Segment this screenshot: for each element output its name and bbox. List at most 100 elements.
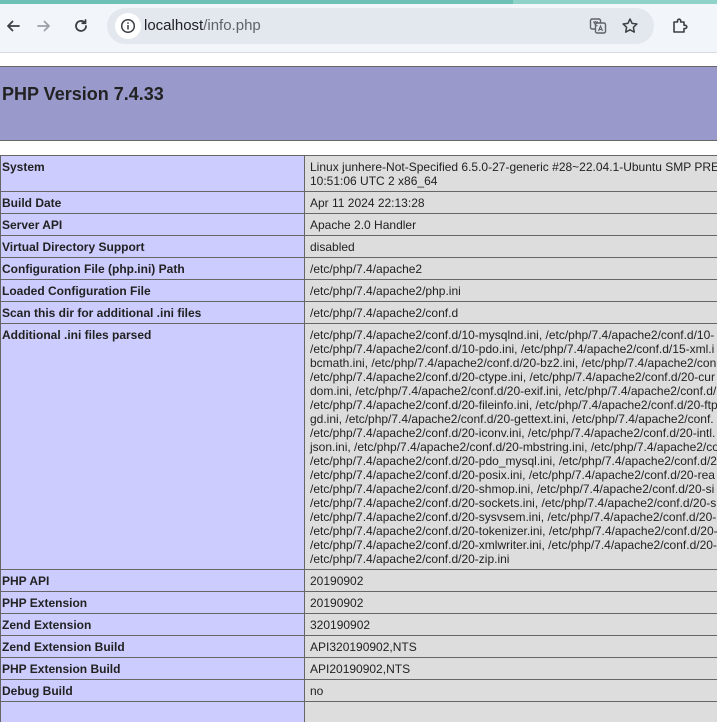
row-value: API320190902,NTS bbox=[304, 635, 717, 658]
row-value-line: /etc/php/7.4/apache2 bbox=[310, 262, 423, 276]
table-row: Build Date Apr 11 2024 22:13:28 bbox=[0, 191, 717, 214]
url-host: localhost bbox=[144, 17, 204, 34]
bookmark-button[interactable] bbox=[617, 13, 643, 39]
row-value-line: /etc/php/7.4/apache2/conf.d bbox=[310, 306, 459, 320]
row-value-line: /etc/php/7.4/apache2/conf.d/20-pdo_mysql… bbox=[310, 454, 717, 468]
table-row: Scan this dir for additional .ini files /… bbox=[0, 301, 717, 324]
row-value-line: 20190902 bbox=[310, 596, 364, 610]
row-value bbox=[304, 701, 717, 722]
row-value-line: 320190902 bbox=[310, 618, 371, 632]
row-value-line: /etc/php/7.4/apache2/conf.d/20-shmop.ini… bbox=[310, 482, 715, 496]
extensions-icon bbox=[673, 18, 688, 33]
row-value-line: /etc/php/7.4/apache2/conf.d/20-zip.ini bbox=[310, 552, 510, 566]
row-key: PHP Extension Build bbox=[0, 657, 305, 680]
active-tab-edge[interactable] bbox=[0, 0, 513, 4]
table-row: Server API Apache 2.0 Handler bbox=[0, 213, 717, 236]
row-value-line: gd.ini, /etc/php/7.4/apache2/conf.d/20-g… bbox=[310, 412, 714, 426]
back-button[interactable] bbox=[0, 13, 26, 39]
row-value-line: json.ini, /etc/php/7.4/apache2/conf.d/20… bbox=[310, 440, 717, 454]
row-key: Debug Build bbox=[0, 679, 305, 702]
row-key: Configuration File (php.ini) Path bbox=[0, 257, 305, 280]
row-value-line: /etc/php/7.4/apache2/conf.d/20-ctype.ini… bbox=[310, 370, 715, 384]
table-row: Additional .ini files parsed/etc/php/7.4… bbox=[0, 323, 717, 570]
row-value-line: bcmath.ini, /etc/php/7.4/apache2/conf.d/… bbox=[310, 356, 717, 370]
bookmark-star-icon bbox=[622, 18, 638, 33]
reload-icon bbox=[75, 19, 87, 32]
browser-toolbar: localhost/info.php bbox=[0, 0, 717, 53]
row-key: Zend Extension bbox=[0, 613, 305, 636]
back-icon bbox=[7, 20, 20, 32]
table-row: Loaded Configuration File/etc/php/7.4/ap… bbox=[0, 279, 717, 302]
extensions-button[interactable] bbox=[667, 13, 693, 39]
config-table: System Linux junhere-Not-Specified 6.5.0-… bbox=[0, 155, 717, 722]
row-value: API20190902,NTS bbox=[304, 657, 717, 680]
table-row: Virtual Directory Support disabled bbox=[0, 235, 717, 258]
table-row: Debug Build no bbox=[0, 679, 717, 702]
row-value: /etc/php/7.4/apache2/conf.d bbox=[304, 301, 717, 324]
row-key: PHP API bbox=[0, 569, 305, 592]
row-value: /etc/php/7.4/apache2/php.ini bbox=[304, 279, 717, 302]
row-value-line: 20190902 bbox=[310, 574, 364, 588]
row-value: 20190902 bbox=[304, 569, 717, 592]
row-key: PHP Extension bbox=[0, 591, 305, 614]
row-value-line: no bbox=[310, 684, 324, 698]
row-key: Server API bbox=[0, 213, 305, 236]
row-value-line: /etc/php/7.4/apache2/conf.d/20-xmlwriter… bbox=[310, 538, 717, 552]
table-row: Configuration File (php.ini) Path/etc/ph… bbox=[0, 257, 717, 280]
table-row: System Linux junhere-Not-Specified 6.5.0-… bbox=[0, 155, 717, 192]
row-value: Linux junhere-Not-Specified 6.5.0-27-gen… bbox=[304, 155, 717, 192]
row-value-line bbox=[310, 706, 717, 720]
row-value-line: API320190902,NTS bbox=[310, 640, 417, 654]
row-value: disabled bbox=[304, 235, 717, 258]
row-key: Virtual Directory Support bbox=[0, 235, 305, 258]
row-value: Apache 2.0 Handler bbox=[304, 213, 717, 236]
table-row: Zend Extension Build API320190902,NTS bbox=[0, 635, 717, 658]
table-row: PHP Extension 20190902 bbox=[0, 591, 717, 614]
translate-button[interactable] bbox=[585, 13, 611, 39]
row-value-line: 10:51:06 UTC 2 x86_64 bbox=[310, 174, 438, 188]
row-value-line: disabled bbox=[310, 240, 355, 254]
forward-icon bbox=[37, 20, 50, 32]
row-key: Additional .ini files parsed bbox=[0, 323, 305, 570]
table-row: PHP Extension Build API20190902,NTS bbox=[0, 657, 717, 680]
forward-button[interactable] bbox=[31, 13, 57, 39]
row-value-line: /etc/php/7.4/apache2/conf.d/10-pdo.ini, … bbox=[310, 342, 715, 356]
row-value-line: /etc/php/7.4/apache2/conf.d/20-fileinfo.… bbox=[310, 398, 717, 412]
row-value: Apr 11 2024 22:13:28 bbox=[304, 191, 717, 214]
site-info-button[interactable] bbox=[115, 13, 141, 39]
row-value-line: /etc/php/7.4/apache2/conf.d/20-sysvsem.i… bbox=[310, 510, 717, 524]
row-key: Scan this dir for additional .ini files bbox=[0, 301, 305, 324]
translate-icon bbox=[589, 18, 607, 34]
url-text[interactable]: localhost/info.php bbox=[144, 17, 261, 34]
row-value: /etc/php/7.4/apache2 bbox=[304, 257, 717, 280]
php-version-header: PHP Version 7.4.33 bbox=[0, 66, 717, 141]
row-value-line: /etc/php/7.4/apache2/conf.d/20-sockets.i… bbox=[310, 496, 717, 510]
row-key: Zend Extension Build bbox=[0, 635, 305, 658]
table-row: PHP API 20190902 bbox=[0, 569, 717, 592]
table-row: Zend Extension 320190902 bbox=[0, 613, 717, 636]
row-value-line: /etc/php/7.4/apache2/conf.d/10-mysqlnd.i… bbox=[310, 328, 715, 342]
row-value-line: API20190902,NTS bbox=[310, 662, 411, 676]
row-key: Build Date bbox=[0, 191, 305, 214]
url-path: /info.php bbox=[203, 17, 261, 34]
row-value-line: dom.ini, /etc/php/7.4/apache2/conf.d/20-… bbox=[310, 384, 717, 398]
row-value-line: /etc/php/7.4/apache2/conf.d/20-tokenizer… bbox=[310, 524, 717, 538]
row-value-line: Apache 2.0 Handler bbox=[310, 218, 417, 232]
row-value: 20190902 bbox=[304, 591, 717, 614]
row-key: System bbox=[0, 155, 305, 192]
table-row bbox=[0, 701, 717, 722]
row-value: 320190902 bbox=[304, 613, 717, 636]
row-value: no bbox=[304, 679, 717, 702]
row-value-line: /etc/php/7.4/apache2/conf.d/20-posix.ini… bbox=[310, 468, 715, 482]
page-title: PHP Version 7.4.33 bbox=[2, 84, 164, 104]
row-value-line: /etc/php/7.4/apache2/conf.d/20-iconv.ini… bbox=[310, 426, 716, 440]
row-value-line: Linux junhere-Not-Specified 6.5.0-27-gen… bbox=[310, 160, 717, 174]
page-content: PHP Version 7.4.33 System Linux junhere-N… bbox=[0, 53, 717, 722]
reload-button[interactable] bbox=[68, 13, 94, 39]
row-key bbox=[0, 701, 305, 722]
site-info-icon bbox=[120, 18, 136, 34]
row-value-line: /etc/php/7.4/apache2/php.ini bbox=[310, 284, 461, 298]
row-value: /etc/php/7.4/apache2/conf.d/10-mysqlnd.i… bbox=[304, 323, 717, 570]
row-key: Loaded Configuration File bbox=[0, 279, 305, 302]
address-bar[interactable]: localhost/info.php bbox=[107, 8, 654, 44]
